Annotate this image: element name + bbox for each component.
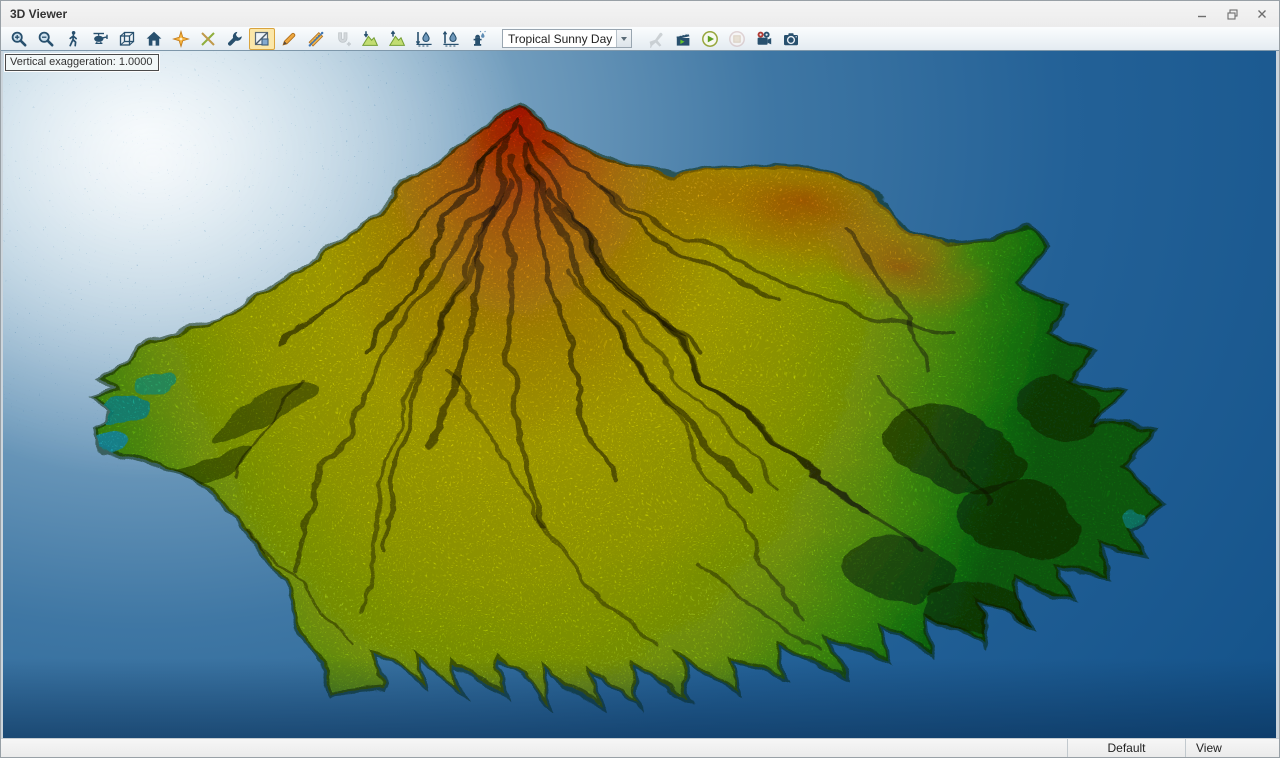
minimize-icon (1197, 9, 1207, 19)
record-video-button[interactable] (751, 28, 777, 50)
environment-select-value: Tropical Sunny Day (503, 32, 616, 46)
window-title: 3D Viewer (10, 7, 67, 21)
play-animation-button[interactable] (697, 28, 723, 50)
magnet-icon (334, 30, 352, 48)
ruler-icon (307, 30, 325, 48)
axes-cross-button[interactable] (195, 28, 221, 50)
restore-icon (1227, 9, 1238, 20)
wireframe-cube-icon (118, 30, 136, 48)
zoom-in-icon (10, 30, 28, 48)
wrench-icon (226, 30, 244, 48)
environment-select[interactable]: Tropical Sunny Day (502, 29, 632, 48)
environment-select-arrow-button[interactable] (616, 30, 631, 47)
vertical-exaggeration-button[interactable] (249, 28, 275, 50)
movie-camera-icon (755, 30, 773, 48)
statusbar-cell-default: Default (1067, 739, 1185, 757)
water-source-button[interactable] (465, 28, 491, 50)
stop-animation-button[interactable] (724, 28, 750, 50)
terrain-3d-scene[interactable] (3, 51, 1276, 738)
helicopter-icon (91, 30, 109, 48)
vertical-exaggeration-tooltip: Vertical exaggeration: 1.0000 (5, 54, 159, 71)
stop-icon (728, 30, 746, 48)
axes-cross-icon (199, 30, 217, 48)
zoom-out-button[interactable] (33, 28, 59, 50)
titlebar: 3D Viewer (1, 1, 1279, 27)
app-window: 3D Viewer (0, 0, 1280, 758)
photo-camera-icon (782, 30, 800, 48)
clapperboard-icon (674, 30, 692, 48)
vertical-exaggeration-icon (253, 30, 271, 48)
hydrant-drop-icon (469, 30, 487, 48)
water-level-raise-button[interactable] (438, 28, 464, 50)
close-icon (1257, 9, 1267, 19)
water-level-up-icon (442, 30, 460, 48)
free-orbit-button[interactable] (114, 28, 140, 50)
restore-button[interactable] (1219, 4, 1245, 24)
water-vignette (3, 658, 1276, 738)
home-view-button[interactable] (141, 28, 167, 50)
viewport-3d: Vertical exaggeration: 1.0000 (1, 51, 1279, 738)
magnet-add-button[interactable] (330, 28, 356, 50)
statusbar-cell-view: View (1185, 739, 1251, 757)
snapshot-camera-button[interactable] (778, 28, 804, 50)
statusbar-end-pad (1251, 739, 1279, 757)
movie-clip-button[interactable] (670, 28, 696, 50)
minimize-button[interactable] (1189, 4, 1215, 24)
play-icon (701, 30, 719, 48)
center-target-button[interactable] (168, 28, 194, 50)
terrain-lower-button[interactable] (357, 28, 383, 50)
water-level-lower-button[interactable] (411, 28, 437, 50)
pencil-icon (280, 30, 298, 48)
chevron-down-icon (621, 37, 627, 41)
terrain-raise-button[interactable] (384, 28, 410, 50)
walk-person-icon (64, 30, 82, 48)
toolbar: Tropical Sunny Day (1, 27, 1279, 51)
tools-wrench-button[interactable] (222, 28, 248, 50)
statusbar: Default View (1, 738, 1279, 757)
zoom-in-button[interactable] (6, 28, 32, 50)
walk-mode-button[interactable] (60, 28, 86, 50)
close-button[interactable] (1249, 4, 1275, 24)
mountain-up-arrow-icon (388, 30, 406, 48)
star-target-icon (172, 30, 190, 48)
fly-mode-button[interactable] (87, 28, 113, 50)
mountain-down-arrow-icon (361, 30, 379, 48)
airplane-icon (647, 30, 665, 48)
measure-ruler-button[interactable] (303, 28, 329, 50)
draw-pencil-button[interactable] (276, 28, 302, 50)
flight-path-button[interactable] (643, 28, 669, 50)
zoom-out-icon (37, 30, 55, 48)
home-icon (145, 30, 163, 48)
water-level-down-icon (415, 30, 433, 48)
